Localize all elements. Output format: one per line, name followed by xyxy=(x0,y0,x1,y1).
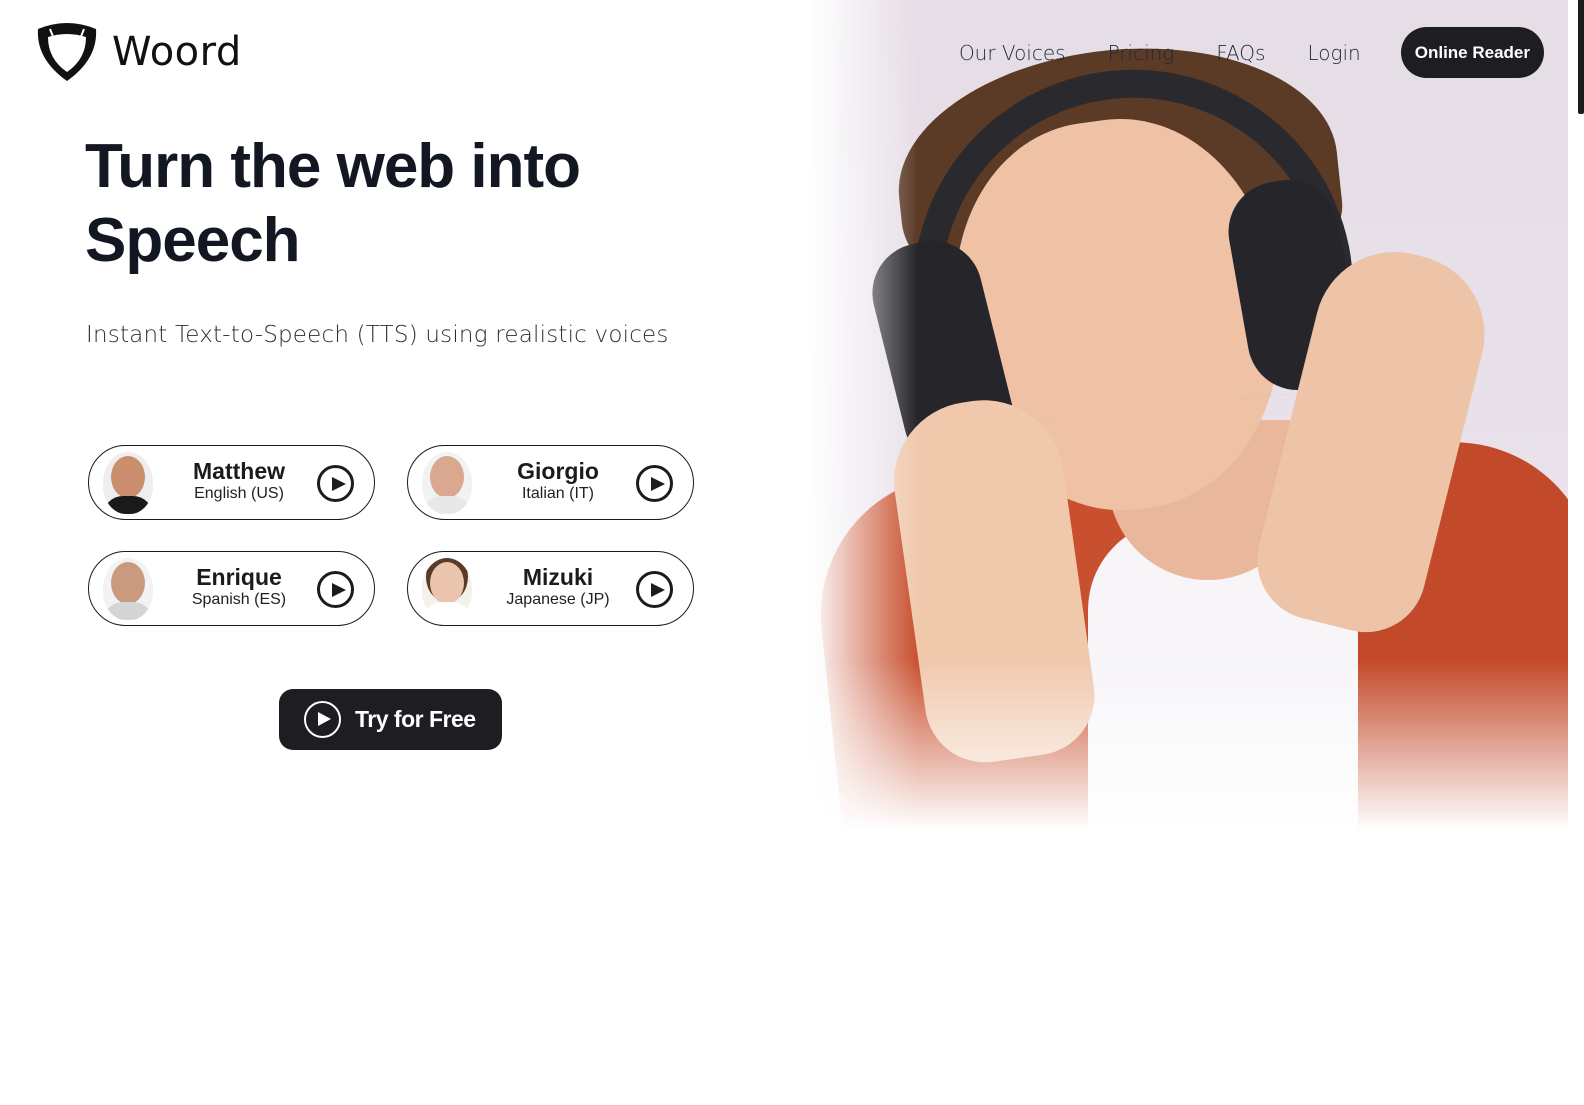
page-title: Turn the web into Speech xyxy=(85,130,735,278)
nav-pricing[interactable]: Pricing xyxy=(1108,41,1175,65)
try-for-free-label: Try for Free xyxy=(355,706,476,732)
voice-language: English (US) xyxy=(194,485,284,502)
brand-logo[interactable]: Woord xyxy=(34,19,242,85)
voice-card-enrique[interactable]: Enrique Spanish (ES) xyxy=(88,551,375,626)
man-with-headphones-illustration xyxy=(808,0,1568,830)
avatar xyxy=(422,558,472,620)
online-reader-button[interactable]: Online Reader xyxy=(1400,27,1544,78)
avatar xyxy=(422,452,472,514)
voice-language: Italian (IT) xyxy=(521,485,594,502)
voice-name: Giorgio xyxy=(517,458,599,484)
voice-name: Mizuki xyxy=(522,564,594,590)
play-icon[interactable] xyxy=(317,571,354,608)
shield-icon xyxy=(37,23,97,81)
nav-login[interactable]: Login xyxy=(1307,41,1360,65)
avatar xyxy=(103,452,153,514)
play-circle-icon xyxy=(304,701,341,738)
voice-card-matthew[interactable]: Matthew English (US) xyxy=(88,445,375,520)
voice-language: Japanese (JP) xyxy=(506,591,610,608)
page-scrollbar[interactable] xyxy=(1578,0,1584,1105)
hero-photo xyxy=(808,0,1568,830)
headline-line-2: Speech xyxy=(85,206,301,275)
avatar xyxy=(103,558,153,620)
main-nav: Our Voices Pricing FAQs Login Online Rea… xyxy=(959,27,1544,78)
voice-card-giorgio[interactable]: Giorgio Italian (IT) xyxy=(407,445,694,520)
headline-line-1: Turn the web into xyxy=(85,132,581,201)
play-icon[interactable] xyxy=(317,465,354,502)
nav-faqs[interactable]: FAQs xyxy=(1216,41,1265,65)
play-icon[interactable] xyxy=(636,465,673,502)
nav-our-voices[interactable]: Our Voices xyxy=(959,41,1066,65)
voice-name: Enrique xyxy=(196,564,282,590)
voice-language: Spanish (ES) xyxy=(191,591,287,608)
play-icon[interactable] xyxy=(636,571,673,608)
brand-name: Woord xyxy=(112,29,242,75)
try-for-free-button[interactable]: Try for Free xyxy=(279,689,502,750)
voice-name: Matthew xyxy=(193,458,285,484)
scrollbar-thumb[interactable] xyxy=(1578,0,1584,114)
page-subtitle: Instant Text-to-Speech (TTS) using reali… xyxy=(86,322,669,348)
voice-card-mizuki[interactable]: Mizuki Japanese (JP) xyxy=(407,551,694,626)
